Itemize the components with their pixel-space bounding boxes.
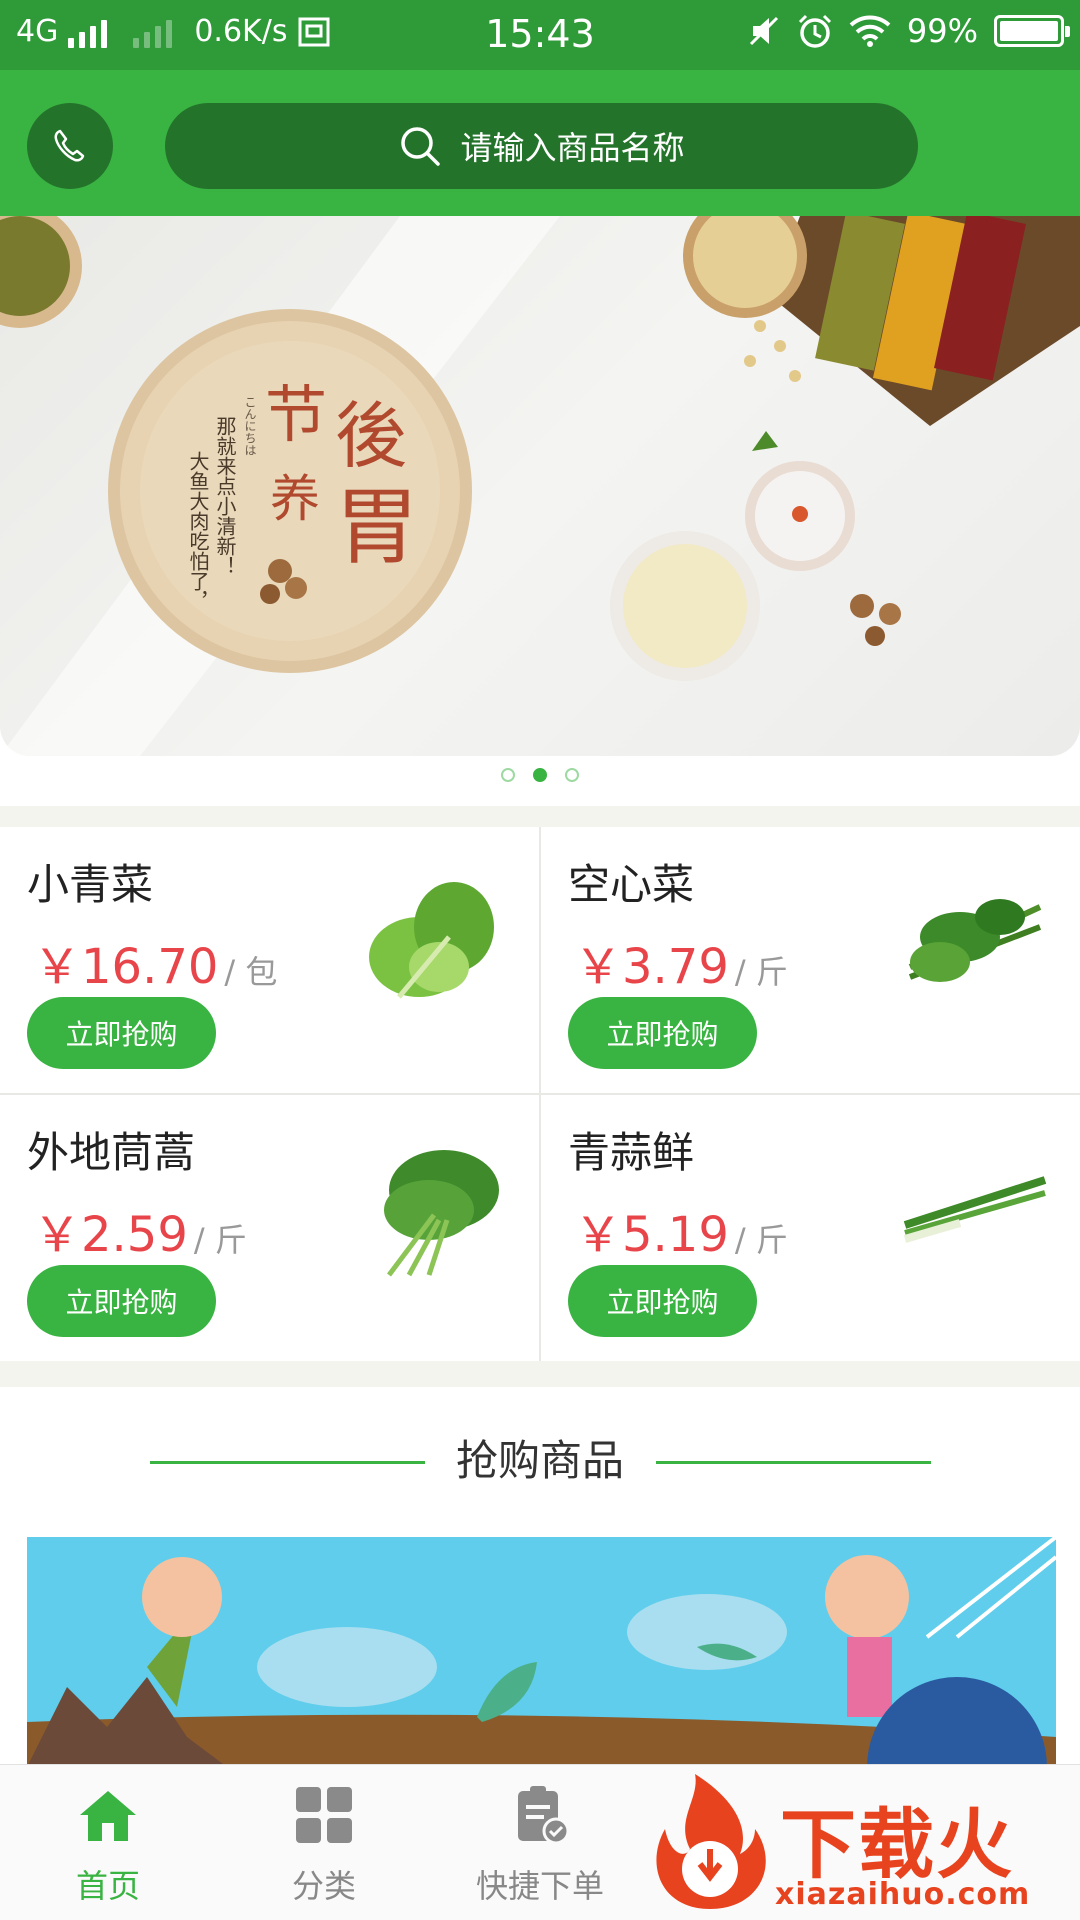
price-value: ￥5.19: [574, 1207, 729, 1263]
product-name: 小青菜: [27, 860, 154, 909]
status-bar: 4G 0.6K/s 15:43 99%: [0, 0, 1080, 70]
watermark-domain: xiazaihuo.com: [775, 1877, 1031, 1912]
price-unit: / 斤: [734, 1221, 788, 1259]
product-price: ￥2.59/ 斤: [33, 1195, 247, 1265]
product-price: ￥3.79/ 斤: [574, 927, 788, 997]
product-card[interactable]: 空心菜 ￥3.79/ 斤 立即抢购: [541, 827, 1080, 1093]
price-unit: / 斤: [734, 953, 788, 991]
product-name: 外地茼蒿: [27, 1128, 196, 1177]
watermark: 下载火 xiazaihuo.com: [640, 1769, 1070, 1919]
nav-label: 分类: [291, 1867, 356, 1905]
search-input[interactable]: 请输入商品名称: [165, 103, 918, 189]
product-name: 空心菜: [568, 860, 695, 909]
carousel-dot[interactable]: [501, 768, 515, 782]
product-image: [908, 899, 1042, 982]
product-price: ￥5.19/ 斤: [574, 1195, 788, 1265]
section-title: 抢购商品: [455, 1436, 624, 1485]
grid-icon: [296, 1787, 352, 1843]
price-unit: / 斤: [193, 1221, 247, 1259]
product-card[interactable]: 小青菜 ￥16.70/ 包 立即抢购: [0, 827, 539, 1093]
promo-image: [27, 1537, 1056, 1767]
phone-button[interactable]: [27, 103, 113, 189]
battery-icon: [994, 15, 1070, 47]
carousel-dot-active[interactable]: [533, 768, 547, 782]
banner-headline-3: 养: [270, 470, 320, 528]
banner-image: 节 後 养 胃 こんにちは 那就来点小清新！ 大鱼大肉吃怕了，: [0, 216, 1080, 756]
nav-item-category[interactable]: 分类: [224, 1783, 424, 1907]
nav-item-quick-order[interactable]: 快捷下单: [440, 1783, 640, 1907]
product-name: 青蒜鲜: [568, 1128, 695, 1177]
mute-icon: [749, 16, 778, 46]
battery-percent: 99%: [906, 12, 978, 50]
alarm-icon: [798, 14, 831, 48]
banner-kana: こんにちは: [243, 396, 257, 456]
product-image: [903, 1176, 1047, 1243]
phone-icon: [54, 129, 85, 162]
nav-label: 快捷下单: [475, 1867, 604, 1905]
banner-tagline-1: 那就来点小清新！: [213, 416, 237, 576]
price-value: ￥2.59: [33, 1207, 188, 1263]
banner-headline-2: 後: [335, 394, 407, 478]
product-card[interactable]: 青蒜鲜 ￥5.19/ 斤 立即抢购: [541, 1095, 1080, 1361]
search-placeholder: 请输入商品名称: [460, 129, 685, 167]
price-unit: / 包: [224, 953, 278, 991]
buy-now-button[interactable]: 立即抢购: [27, 1265, 216, 1337]
banner-tagline-2: 大鱼大肉吃怕了，: [186, 451, 210, 611]
promo-banner[interactable]: [27, 1537, 1056, 1767]
banner-headline-4: 胃: [335, 478, 419, 576]
product-price: ￥16.70/ 包: [33, 927, 277, 997]
banner-headline-1: 节: [265, 378, 327, 451]
watermark-logo-icon: [656, 1774, 766, 1909]
product-image: [384, 1150, 499, 1277]
carousel-dot[interactable]: [565, 768, 579, 782]
buy-now-button[interactable]: 立即抢购: [568, 997, 757, 1069]
price-value: ￥3.79: [574, 939, 729, 995]
nav-item-home[interactable]: 首页: [8, 1783, 208, 1907]
clipboard-check-icon: [518, 1786, 570, 1845]
app-header: 请输入商品名称: [0, 70, 1080, 216]
wifi-icon: [849, 15, 891, 47]
buy-now-button[interactable]: 立即抢购: [568, 1265, 757, 1337]
product-card[interactable]: 外地茼蒿 ￥2.59/ 斤 立即抢购: [0, 1095, 539, 1361]
banner-carousel[interactable]: 节 後 养 胃 こんにちは 那就来点小清新！ 大鱼大肉吃怕了，: [0, 216, 1080, 756]
search-icon: [401, 127, 441, 166]
product-grid: 小青菜 ￥16.70/ 包 立即抢购 空心菜 ￥3.79/ 斤 立即抢购 外地茼…: [0, 827, 1080, 1361]
carousel-indicator: [0, 768, 1080, 782]
nav-label: 首页: [75, 1867, 140, 1905]
home-icon: [80, 1791, 136, 1841]
buy-now-button[interactable]: 立即抢购: [27, 997, 216, 1069]
product-image: [369, 882, 494, 999]
price-value: ￥16.70: [33, 939, 219, 995]
bottom-nav: 首页 分类 快捷下单 下载火 xiazaihuo.com: [0, 1764, 1080, 1920]
flash-sale-section: 抢购商品: [0, 1387, 1080, 1767]
